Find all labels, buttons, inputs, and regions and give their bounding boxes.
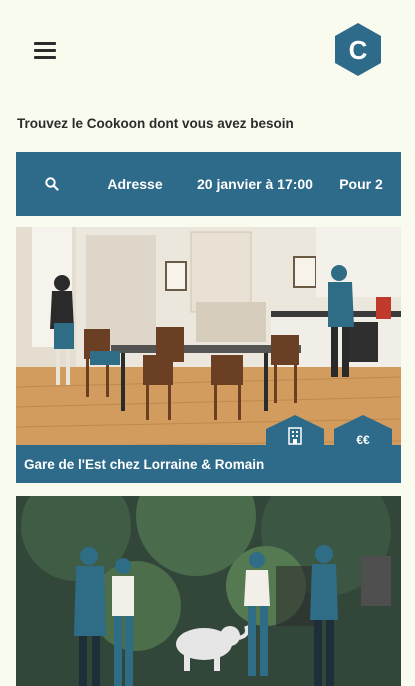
- listing-card[interactable]: €€ Gare de l'Est chez Lorraine & Romain: [16, 227, 401, 483]
- listing-title: Gare de l'Est chez Lorraine & Romain: [16, 445, 401, 483]
- listing-card[interactable]: [16, 496, 401, 686]
- guests-field[interactable]: Pour 2: [324, 152, 398, 216]
- page-tagline: Trouvez le Cookoon dont vous avez besoin: [17, 116, 294, 131]
- hamburger-menu-icon[interactable]: [34, 42, 56, 60]
- search-button[interactable]: [38, 152, 66, 216]
- search-icon: [45, 177, 59, 191]
- listing-photo: [16, 496, 401, 686]
- address-field[interactable]: Adresse: [82, 152, 188, 216]
- logo-letter: C: [349, 35, 368, 65]
- app-header: C: [0, 0, 415, 110]
- date-field[interactable]: 20 janvier à 17:00: [176, 152, 334, 216]
- search-bar[interactable]: Adresse 20 janvier à 17:00 Pour 2: [16, 152, 401, 216]
- cookoon-logo[interactable]: C: [333, 22, 383, 77]
